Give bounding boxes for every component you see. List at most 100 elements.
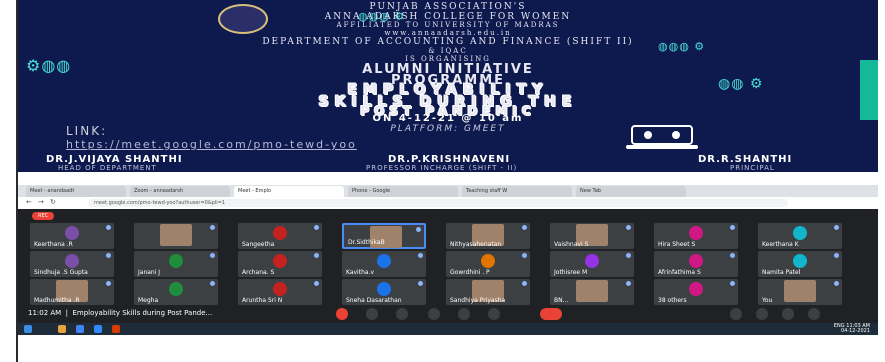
avatar xyxy=(169,282,183,296)
poster-line-affiliation: AFFILIATED TO UNIVERSITY OF MADRAS xyxy=(336,21,560,29)
browser-tab-bar: Meet - anandaadt Zoom - annaadarsh Meet … xyxy=(18,185,878,197)
participant-video xyxy=(160,224,192,246)
avatar xyxy=(273,282,287,296)
meeting-time: 11:02 AM xyxy=(28,309,62,317)
participant-name: Aruntha Sri N xyxy=(242,297,283,304)
mic-muted-icon xyxy=(418,281,423,286)
browser-tab[interactable]: Teaching staff W xyxy=(462,186,572,197)
participant-name: Janani J xyxy=(138,269,161,276)
mic-muted-icon xyxy=(834,225,839,230)
participant-tile[interactable]: Sneha Dasarathan xyxy=(342,279,426,305)
participant-tile[interactable]: Hira Sheet S xyxy=(654,223,738,249)
participant-name: Hira Sheet S xyxy=(658,241,696,248)
present-button[interactable] xyxy=(458,308,470,320)
participant-tile[interactable]: Nithyasahenatan xyxy=(446,223,530,249)
participant-tile[interactable]: 38 others xyxy=(654,279,738,305)
avatar xyxy=(273,254,287,268)
mic-muted-icon xyxy=(626,253,631,258)
poster-person-role: PROFESSOR INCHARGE (SHIFT - II) xyxy=(366,164,518,172)
file-explorer-icon[interactable] xyxy=(58,325,66,333)
mic-muted-icon xyxy=(522,281,527,286)
participant-name: Gowrdhini . P xyxy=(450,269,490,276)
browser-tab[interactable]: Meet - Emplo xyxy=(234,186,344,197)
start-menu-icon[interactable] xyxy=(24,325,32,333)
chat-button[interactable] xyxy=(782,308,794,320)
participant-tile[interactable]: Aruntha Sri N xyxy=(238,279,322,305)
chrome-icon[interactable] xyxy=(76,325,84,333)
raise-hand-button[interactable] xyxy=(428,308,440,320)
system-tray: ENG 11:03 AM 04-12-2021 xyxy=(834,324,870,334)
mic-muted-icon xyxy=(522,225,527,230)
participant-tile[interactable]: Jothisree M xyxy=(550,251,634,277)
info-button[interactable] xyxy=(730,308,742,320)
participant-tile[interactable]: Namita Patel xyxy=(758,251,842,277)
participant-tile[interactable]: Sangeetha xyxy=(238,223,322,249)
participant-name: Keerthana K xyxy=(762,241,799,248)
mic-muted-icon xyxy=(522,253,527,258)
meet-bottom-bar: 11:02 AM | Employability Skills during P… xyxy=(18,305,878,323)
participant-tile[interactable]: Sindhuja .S Gupta xyxy=(30,251,114,277)
participant-tile[interactable]: Archana. S xyxy=(238,251,322,277)
camera-button[interactable] xyxy=(366,308,378,320)
mic-off-button[interactable] xyxy=(336,308,348,320)
url-field[interactable]: meet.google.com/pmo-tewd-yoo?authuser=0&… xyxy=(88,199,788,207)
poster-link-url[interactable]: https://meet.google.com/pmo-tewd-yoo xyxy=(66,138,357,151)
participant-tile[interactable]: Keerthana .R xyxy=(30,223,114,249)
participant-tile[interactable]: BN... xyxy=(550,279,634,305)
participant-tile[interactable]: Afrinfathima S xyxy=(654,251,738,277)
participant-video xyxy=(784,280,816,302)
participant-name: Dr.SidthikaB xyxy=(348,239,385,246)
tray-date: 04-12-2021 xyxy=(840,328,870,334)
poster-link-label: LINK: xyxy=(66,124,108,138)
avatar xyxy=(481,254,495,268)
browser-tab[interactable]: Phone - Google xyxy=(348,186,458,197)
participant-tile[interactable]: Dr.SidthikaB xyxy=(342,223,426,249)
participant-tile[interactable]: Sandhiya Priyasha xyxy=(446,279,530,305)
mic-muted-icon xyxy=(834,253,839,258)
participant-tile[interactable] xyxy=(134,223,218,249)
participant-tile[interactable]: Kavitha.v xyxy=(342,251,426,277)
activities-button[interactable] xyxy=(808,308,820,320)
zoom-icon[interactable] xyxy=(94,325,102,333)
participant-name: Nithyasahenatan xyxy=(450,241,502,248)
participant-tile[interactable]: Madhumitha .R xyxy=(30,279,114,305)
more-options-button[interactable] xyxy=(488,308,500,320)
reload-icon[interactable]: ↻ xyxy=(50,198,56,206)
participant-tile[interactable]: You xyxy=(758,279,842,305)
participant-tile[interactable]: Janani J xyxy=(134,251,218,277)
participant-name: You xyxy=(762,297,773,304)
mic-muted-icon xyxy=(730,253,735,258)
recording-badge: REC xyxy=(32,212,55,220)
avatar xyxy=(585,254,599,268)
browser-tab[interactable]: New Tab xyxy=(576,186,686,197)
browser-tab[interactable]: Zoom - annaadarsh xyxy=(130,186,230,197)
people-button[interactable] xyxy=(756,308,768,320)
participant-name: Vaishnavi S xyxy=(554,241,589,248)
avatar xyxy=(377,282,391,296)
poster-line-department: DEPARTMENT OF ACCOUNTING AND FINANCE (SH… xyxy=(262,37,634,47)
mic-muted-icon xyxy=(314,225,319,230)
participant-tile[interactable]: Megha xyxy=(134,279,218,305)
mic-muted-icon xyxy=(106,281,111,286)
mic-muted-icon xyxy=(730,225,735,230)
browser-tab[interactable]: Meet - anandaadt xyxy=(26,186,126,197)
meet-screenshot: Meet - anandaadt Zoom - annaadarsh Meet … xyxy=(18,185,878,335)
participant-tile[interactable]: Gowrdhini . P xyxy=(446,251,530,277)
participant-name: 38 others xyxy=(658,297,687,304)
participant-tile[interactable]: Vaishnavi S xyxy=(550,223,634,249)
poster-platform: PLATFORM: GMEET xyxy=(390,124,506,134)
avatar xyxy=(689,226,703,240)
poster-person-role: HEAD OF DEPARTMENT xyxy=(58,164,157,172)
participant-video xyxy=(576,280,608,302)
participant-name: Sindhuja .S Gupta xyxy=(34,269,88,276)
participant-tile[interactable]: Keerthana K xyxy=(758,223,842,249)
leave-call-button[interactable] xyxy=(540,308,562,320)
participant-name: Megha xyxy=(138,297,159,304)
mic-muted-icon xyxy=(210,225,215,230)
captions-button[interactable] xyxy=(396,308,408,320)
poster-accent-stripe xyxy=(860,60,878,120)
avatar xyxy=(65,226,79,240)
office-icon[interactable] xyxy=(112,325,120,333)
back-arrow-icon[interactable]: ← xyxy=(26,198,32,206)
forward-arrow-icon[interactable]: → xyxy=(38,198,44,206)
